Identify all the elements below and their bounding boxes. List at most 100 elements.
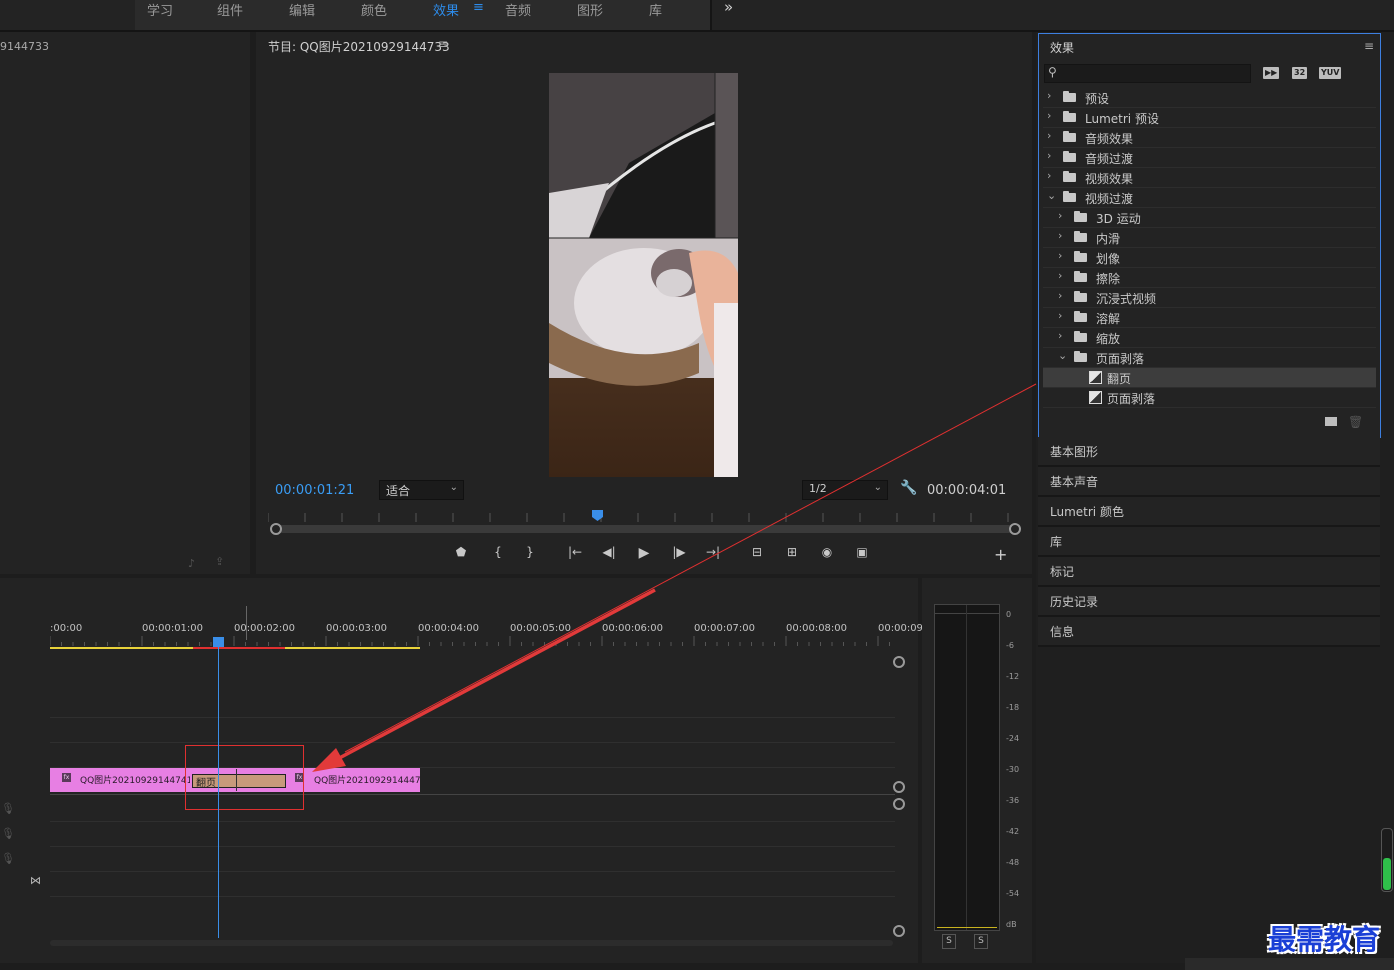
tab-libraries[interactable]: 库: [649, 0, 662, 19]
program-menu-icon[interactable]: ≡: [438, 37, 448, 51]
solo-right-button[interactable]: S: [974, 934, 988, 949]
chevron-right-icon[interactable]: ›: [1058, 329, 1062, 342]
timeline-ruler[interactable]: [50, 636, 895, 650]
tab-color[interactable]: 颜色: [361, 0, 387, 19]
scroll-left-handle[interactable]: [270, 523, 282, 535]
side-panel-tab[interactable]: 库: [1038, 527, 1380, 557]
solo-left-button[interactable]: S: [942, 934, 956, 949]
tab-assembly[interactable]: 组件: [217, 0, 243, 19]
effects-tree-folder[interactable]: › 划像: [1043, 248, 1376, 268]
lift-icon[interactable]: ⊟: [747, 545, 767, 563]
scroll-handle[interactable]: [893, 781, 905, 793]
tab-effects[interactable]: 效果: [433, 0, 459, 19]
delete-icon[interactable]: 🗑: [1348, 415, 1363, 429]
timeline-timecode: 00:00:04:00: [418, 623, 480, 634]
program-playhead[interactable]: [591, 510, 605, 522]
settings-wrench-icon[interactable]: 🔧: [900, 480, 917, 496]
scroll-handle[interactable]: [893, 925, 905, 937]
program-time-ruler[interactable]: [268, 510, 1018, 522]
effects-tree-folder[interactable]: › 音频效果: [1043, 128, 1376, 148]
effects-tree-folder[interactable]: › 缩放: [1043, 328, 1376, 348]
effects-tree-folder[interactable]: › 擦除: [1043, 268, 1376, 288]
effects-tree-folder[interactable]: › 溶解: [1043, 308, 1376, 328]
scroll-handle[interactable]: [893, 798, 905, 810]
effect-item[interactable]: 页面剥落: [1043, 388, 1376, 408]
tab-editing[interactable]: 编辑: [289, 0, 315, 19]
chevron-right-icon[interactable]: ›: [1047, 129, 1051, 142]
video-clip-a[interactable]: fx QQ图片20210929144741: [50, 768, 190, 792]
timeline-horizontal-scrollbar[interactable]: [50, 940, 893, 946]
chevron-right-icon[interactable]: ›: [1058, 249, 1062, 262]
zoom-select[interactable]: 适合 ⌄: [379, 480, 464, 500]
source-title: 9144733: [0, 40, 49, 53]
chevron-down-icon[interactable]: ⌄: [1058, 349, 1067, 362]
yuv-effects-badge[interactable]: YUV: [1319, 67, 1342, 79]
program-zoom-scrollbar[interactable]: [270, 525, 1016, 533]
effects-tree-folder[interactable]: ⌄ 视频过渡: [1043, 188, 1376, 208]
new-bin-icon[interactable]: [1325, 417, 1337, 426]
effects-tree-label: 预设: [1085, 92, 1110, 106]
go-to-out-icon[interactable]: →|: [703, 545, 723, 563]
effects-tree-folder[interactable]: › 3D 运动: [1043, 208, 1376, 228]
timeline-marker-icon[interactable]: ⋈: [30, 874, 41, 887]
more-workspaces-icon[interactable]: »: [724, 0, 733, 16]
resolution-select[interactable]: 1/2 ⌄: [802, 480, 888, 500]
workspace-menu-icon[interactable]: ≡: [473, 0, 484, 16]
effects-tree-folder[interactable]: › 沉浸式视频: [1043, 288, 1376, 308]
chevron-down-icon[interactable]: ⌄: [1047, 189, 1056, 202]
add-button-icon[interactable]: +: [994, 545, 1007, 564]
zoom-select-value: 适合: [386, 484, 411, 498]
side-panel-tab[interactable]: 基本声音: [1038, 467, 1380, 497]
tab-audio[interactable]: 音频: [505, 0, 531, 19]
current-timecode[interactable]: 00:00:01:21: [275, 483, 354, 498]
side-panel-tab[interactable]: 历史记录: [1038, 587, 1380, 617]
go-to-in-icon[interactable]: |←: [565, 545, 585, 563]
chevron-right-icon[interactable]: ›: [1047, 149, 1051, 162]
folder-icon: [1063, 171, 1076, 182]
side-panel-tab[interactable]: 标记: [1038, 557, 1380, 587]
chevron-right-icon[interactable]: ›: [1058, 289, 1062, 302]
scroll-right-handle[interactable]: [1009, 523, 1021, 535]
drag-audio-icon[interactable]: ♪: [188, 557, 195, 570]
tab-graphics[interactable]: 图形: [577, 0, 603, 19]
export-frame-icon[interactable]: ⇪: [215, 555, 224, 568]
effect-item[interactable]: 翻页: [1043, 368, 1376, 388]
chevron-right-icon[interactable]: ›: [1047, 89, 1051, 102]
extract-icon[interactable]: ⊞: [782, 545, 802, 563]
effects-search-input[interactable]: ⚲: [1044, 64, 1251, 83]
effects-tree-folder[interactable]: › 音频过渡: [1043, 148, 1376, 168]
accelerated-effects-icon[interactable]: ▶▶: [1263, 67, 1280, 79]
effects-tree-folder[interactable]: › Lumetri 预设: [1043, 108, 1376, 128]
side-panel-tab[interactable]: Lumetri 颜色: [1038, 497, 1380, 527]
chevron-right-icon[interactable]: ›: [1058, 229, 1062, 242]
chevron-right-icon[interactable]: ›: [1058, 309, 1062, 322]
step-back-icon[interactable]: ◀|: [599, 545, 619, 563]
effects-tree-label: 内滑: [1096, 232, 1121, 246]
32bit-effects-badge[interactable]: 32: [1292, 67, 1308, 79]
play-icon[interactable]: ▶: [634, 545, 654, 563]
mic-icon[interactable]: 🎙: [1, 802, 15, 815]
video-preview-image: [549, 73, 738, 477]
timeline-playhead[interactable]: [213, 637, 224, 647]
step-forward-icon[interactable]: |▶: [669, 545, 689, 563]
side-panel-tab[interactable]: 信息: [1038, 617, 1380, 647]
effects-tree-folder[interactable]: › 视频效果: [1043, 168, 1376, 188]
chevron-right-icon[interactable]: ›: [1058, 209, 1062, 222]
chevron-right-icon[interactable]: ›: [1047, 109, 1051, 122]
mark-in-icon[interactable]: {: [488, 545, 508, 563]
mark-out-icon[interactable]: }: [520, 545, 540, 563]
scroll-handle[interactable]: [893, 656, 905, 668]
add-marker-icon[interactable]: ⬟: [451, 545, 471, 563]
tab-learn[interactable]: 学习: [147, 0, 173, 19]
effects-tree-folder[interactable]: › 预设: [1043, 88, 1376, 108]
mic-icon[interactable]: 🎙: [1, 852, 15, 865]
mic-icon[interactable]: 🎙: [1, 827, 15, 840]
effects-tree-folder[interactable]: › 内滑: [1043, 228, 1376, 248]
effects-menu-icon[interactable]: ≡: [1364, 39, 1374, 53]
side-panel-tab[interactable]: 基本图形: [1038, 437, 1380, 467]
compare-view-icon[interactable]: ▣: [852, 545, 872, 563]
chevron-right-icon[interactable]: ›: [1047, 169, 1051, 182]
camera-icon[interactable]: ◉: [817, 545, 837, 563]
effects-tree-folder[interactable]: ⌄ 页面剥落: [1043, 348, 1376, 368]
chevron-right-icon[interactable]: ›: [1058, 269, 1062, 282]
